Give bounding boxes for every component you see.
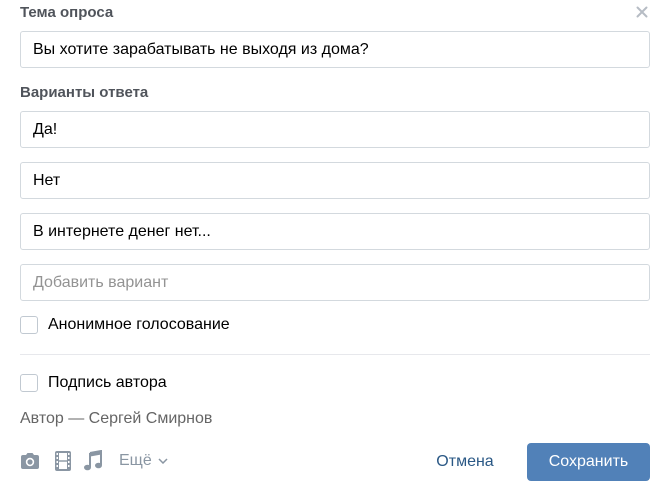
anonymous-vote-checkbox[interactable]: [20, 316, 38, 334]
anonymous-vote-label: Анонимное голосование: [48, 316, 230, 333]
author-signature-label: Подпись автора: [48, 374, 167, 391]
topic-label: Тема опроса: [20, 4, 114, 21]
option-input-3[interactable]: [20, 213, 650, 250]
cancel-button[interactable]: Отмена: [424, 443, 506, 480]
more-dropdown[interactable]: Ещё: [119, 450, 168, 472]
option-input-1[interactable]: [20, 111, 650, 148]
option-input-2[interactable]: [20, 162, 650, 199]
author-signature-option[interactable]: Подпись автора: [20, 374, 167, 392]
camera-icon[interactable]: [19, 450, 41, 472]
anonymous-vote-option[interactable]: Анонимное голосование: [20, 316, 230, 334]
options-label: Варианты ответа: [20, 84, 149, 101]
author-name: Автор — Сергей Смирнов: [20, 410, 213, 427]
divider: [20, 354, 650, 355]
music-note-icon[interactable]: [83, 450, 103, 472]
close-icon[interactable]: [634, 4, 650, 20]
topic-input[interactable]: [20, 31, 650, 68]
save-button[interactable]: Сохранить: [527, 443, 650, 481]
more-label: Ещё: [119, 452, 152, 469]
chevron-down-icon: [158, 458, 168, 464]
add-option-input[interactable]: [20, 264, 650, 301]
film-icon[interactable]: [53, 450, 73, 472]
author-signature-checkbox[interactable]: [20, 374, 38, 392]
